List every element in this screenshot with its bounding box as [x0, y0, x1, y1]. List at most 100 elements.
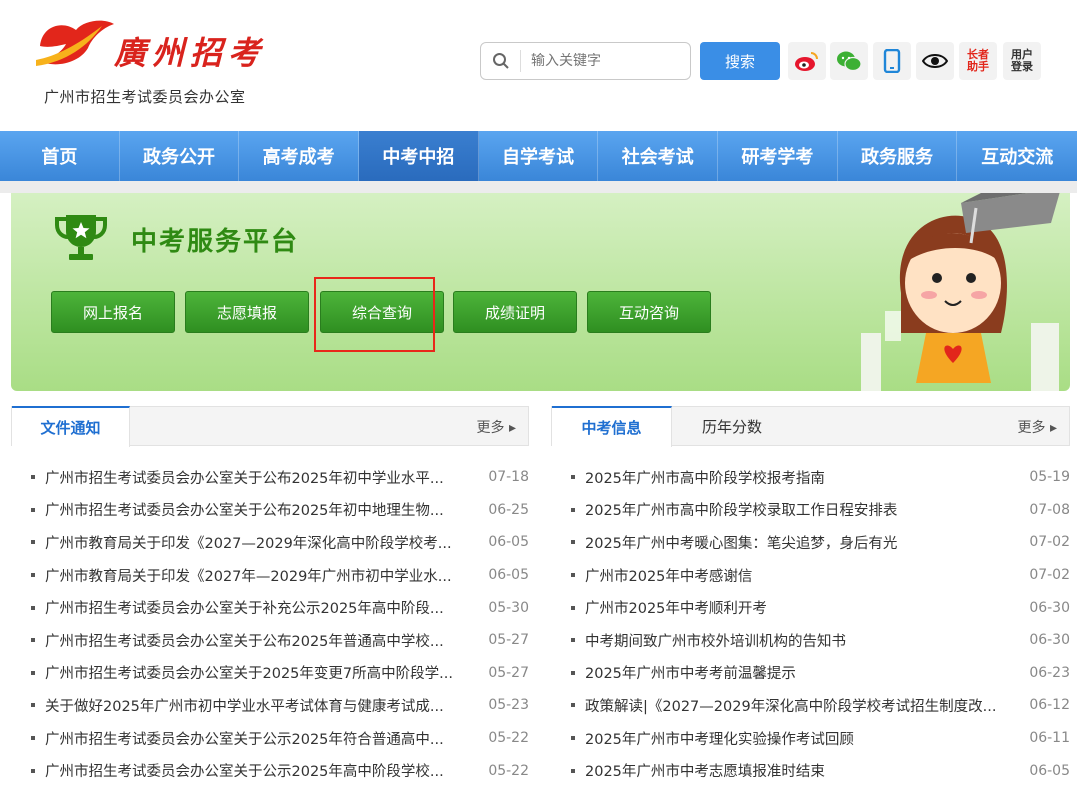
bullet-icon: [571, 703, 575, 708]
weibo-button[interactable]: [788, 42, 826, 80]
search-button[interactable]: 搜索: [700, 42, 780, 80]
news-date: 06-05: [1029, 762, 1070, 779]
news-title[interactable]: 广州市招生考试委员会办公室关于补充公示2025年高中阶段...: [45, 597, 469, 618]
banner-title: 中考服务平台: [131, 227, 300, 257]
elder-helper-label: 长者 助手: [967, 49, 989, 73]
list-item[interactable]: 2025年广州中考暖心图集：笔尖追梦，身后有光 07-02: [551, 526, 1070, 559]
main-nav: 首页 政务公开 高考成考 中考中招 自学考试 社会考试 研考学考 政务服务 互动…: [0, 131, 1077, 181]
list-item[interactable]: 广州市2025年中考顺利开考 06-30: [551, 591, 1070, 624]
news-title[interactable]: 广州市教育局关于印发《2027—2029年深化高中阶段学校考...: [45, 532, 469, 553]
bullet-icon: [571, 638, 575, 643]
news-title[interactable]: 广州市2025年中考顺利开考: [585, 597, 1010, 618]
nav-item-home[interactable]: 首页: [0, 131, 120, 181]
list-item[interactable]: 广州市招生考试委员会办公室关于公布2025年初中学业水平... 07-18: [11, 461, 529, 494]
list-item[interactable]: 广州市招生考试委员会办公室关于公示2025年符合普通高中... 05-22: [11, 722, 529, 755]
list-item[interactable]: 广州市教育局关于印发《2027—2029年深化高中阶段学校考... 06-05: [11, 526, 529, 559]
news-title[interactable]: 2025年广州中考暖心图集：笔尖追梦，身后有光: [585, 532, 1010, 553]
user-login-button[interactable]: 用户 登录: [1003, 42, 1041, 80]
bullet-icon: [31, 507, 35, 512]
site-header: 廣州招考 广州市招生考试委员会办公室 搜索 长者 助手 用户 登录: [0, 0, 1077, 131]
news-title[interactable]: 2025年广州市高中阶段学校报考指南: [585, 467, 1010, 488]
list-item[interactable]: 广州市招生考试委员会办公室关于2025年变更7所高中阶段学... 05-27: [11, 657, 529, 690]
mobile-button[interactable]: [873, 42, 911, 80]
tab-file-notice[interactable]: 文件通知: [12, 406, 130, 447]
list-item[interactable]: 关于做好2025年广州市初中学业水平考试体育与健康考试成... 05-23: [11, 689, 529, 722]
news-date: 07-08: [1029, 501, 1070, 518]
news-date: 06-05: [488, 534, 529, 551]
news-title[interactable]: 广州市招生考试委员会办公室关于公示2025年符合普通高中...: [45, 728, 469, 749]
file-notice-list: 广州市招生考试委员会办公室关于公布2025年初中学业水平... 07-18 广州市…: [11, 461, 529, 786]
news-title[interactable]: 广州市招生考试委员会办公室关于2025年变更7所高中阶段学...: [45, 662, 469, 683]
trophy-icon: [55, 215, 107, 260]
search-input[interactable]: [531, 53, 681, 69]
nav-item-social-exam[interactable]: 社会考试: [598, 131, 719, 181]
nav-item-gaokao[interactable]: 高考成考: [239, 131, 360, 181]
news-date: 06-11: [1029, 730, 1070, 747]
list-item[interactable]: 2025年广州市中考志愿填报准时结束 06-05: [551, 754, 1070, 786]
nav-item-graduate-exam[interactable]: 研考学考: [718, 131, 838, 181]
online-registration-button[interactable]: 网上报名: [51, 291, 175, 333]
zhongkao-service-banner: 中考服务平台 网上报名 志愿填报 综合查询 成绩证明 互动咨询: [11, 193, 1070, 391]
news-title[interactable]: 广州市教育局关于印发《2027年—2029年广州市初中学业水...: [45, 565, 469, 586]
more-link[interactable]: 更多 ▸: [477, 417, 516, 437]
bullet-icon: [571, 670, 575, 675]
tab-historical-scores[interactable]: 历年分数: [672, 406, 792, 447]
list-item[interactable]: 2025年广州市中考理化实验操作考试回顾 06-11: [551, 722, 1070, 755]
news-title[interactable]: 广州市招生考试委员会办公室关于公示2025年高中阶段学校...: [45, 760, 469, 781]
nav-item-self-study-exam[interactable]: 自学考试: [479, 131, 599, 181]
list-item[interactable]: 2025年广州市高中阶段学校报考指南 05-19: [551, 461, 1070, 494]
list-item[interactable]: 2025年广州市中考考前温馨提示 06-23: [551, 657, 1070, 690]
list-item[interactable]: 广州市教育局关于印发《2027年—2029年广州市初中学业水... 06-05: [11, 559, 529, 592]
news-title[interactable]: 广州市招生考试委员会办公室关于公布2025年普通高中学校...: [45, 630, 469, 651]
list-item[interactable]: 广州市招生考试委员会办公室关于公布2025年初中地理生物... 06-25: [11, 494, 529, 527]
list-item[interactable]: 广州市招生考试委员会办公室关于补充公示2025年高中阶段... 05-30: [11, 591, 529, 624]
panel-header: 文件通知 更多 ▸: [11, 406, 529, 447]
nav-divider-band: [0, 181, 1077, 193]
news-date: 05-22: [488, 730, 529, 747]
news-date: 05-23: [488, 697, 529, 714]
news-date: 07-02: [1029, 534, 1070, 551]
interactive-consult-button[interactable]: 互动咨询: [587, 291, 711, 333]
more-label: 更多: [1017, 420, 1046, 436]
nav-item-interaction[interactable]: 互动交流: [957, 131, 1077, 181]
news-date: 07-02: [1029, 567, 1070, 584]
nav-item-government-affairs[interactable]: 政务公开: [120, 131, 240, 181]
news-title[interactable]: 中考期间致广州市校外培训机构的告知书: [585, 630, 1010, 651]
bullet-icon: [571, 768, 575, 773]
more-link[interactable]: 更多 ▸: [1018, 417, 1057, 437]
news-title[interactable]: 关于做好2025年广州市初中学业水平考试体育与健康考试成...: [45, 695, 469, 716]
wechat-icon: [837, 51, 862, 72]
eye-icon: [922, 54, 948, 68]
nav-item-gov-services[interactable]: 政务服务: [838, 131, 958, 181]
news-title[interactable]: 2025年广州市中考理化实验操作考试回顾: [585, 728, 1010, 749]
volunteer-application-button[interactable]: 志愿填报: [185, 291, 309, 333]
accessibility-view-button[interactable]: [916, 42, 954, 80]
highlight-box: [314, 277, 435, 352]
elder-helper-line-2: 助手: [967, 60, 989, 73]
list-item[interactable]: 中考期间致广州市校外培训机构的告知书 06-30: [551, 624, 1070, 657]
news-title[interactable]: 广州市2025年中考感谢信: [585, 565, 1010, 586]
list-item[interactable]: 政策解读|《2027—2029年深化高中阶段学校考试招生制度改... 06-12: [551, 689, 1070, 722]
bullet-icon: [571, 540, 575, 545]
bullet-icon: [571, 605, 575, 610]
news-title[interactable]: 广州市招生考试委员会办公室关于公布2025年初中地理生物...: [45, 499, 469, 520]
bullet-icon: [31, 475, 35, 480]
news-title[interactable]: 广州市招生考试委员会办公室关于公布2025年初中学业水平...: [45, 467, 469, 488]
nav-item-zhongkao[interactable]: 中考中招: [359, 131, 479, 181]
news-title[interactable]: 政策解读|《2027—2029年深化高中阶段学校考试招生制度改...: [585, 695, 1010, 716]
bullet-icon: [31, 670, 35, 675]
graduate-girl-mascot-icon: [861, 193, 1060, 391]
news-title[interactable]: 2025年广州市高中阶段学校录取工作日程安排表: [585, 499, 1010, 520]
news-title[interactable]: 2025年广州市中考考前温馨提示: [585, 662, 1010, 683]
tab-zhongkao-info[interactable]: 中考信息: [552, 406, 672, 447]
list-item[interactable]: 广州市招生考试委员会办公室关于公布2025年普通高中学校... 05-27: [11, 624, 529, 657]
list-item[interactable]: 2025年广州市高中阶段学校录取工作日程安排表 07-08: [551, 494, 1070, 527]
wechat-button[interactable]: [830, 42, 868, 80]
list-item[interactable]: 广州市招生考试委员会办公室关于公示2025年高中阶段学校... 05-22: [11, 754, 529, 786]
score-certificate-button[interactable]: 成绩证明: [453, 291, 577, 333]
site-logo[interactable]: 廣州招考 广州市招生考试委员会办公室: [32, 16, 272, 116]
list-item[interactable]: 广州市2025年中考感谢信 07-02: [551, 559, 1070, 592]
elder-helper-button[interactable]: 长者 助手: [959, 42, 997, 80]
kapok-flower-logo-icon: [36, 20, 114, 66]
news-title[interactable]: 2025年广州市中考志愿填报准时结束: [585, 760, 1010, 781]
